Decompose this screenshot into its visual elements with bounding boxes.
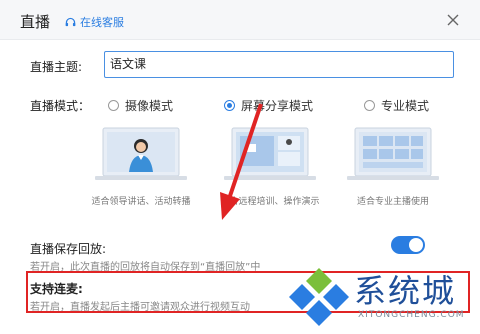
watermark-url: XITONGCHENG.COM (358, 310, 465, 320)
mic-description: 若开启，直播发起后主播可邀请观众进行视频互动 (30, 302, 250, 313)
mode-label: 直播模式： (30, 99, 91, 113)
mode-camera-radio[interactable]: 摄像模式 (108, 97, 173, 114)
save-replay-toggle[interactable] (391, 236, 425, 254)
screen-share-caption: 适合远程培训、操作演示 (220, 197, 320, 207)
camera-mode-illustration[interactable] (93, 126, 189, 184)
mode-screen-share-radio[interactable]: 屏幕分享模式 (224, 97, 313, 114)
screen-share-illustration[interactable] (222, 126, 318, 184)
radio-dot-selected (224, 100, 235, 111)
mode-screen-share-label: 屏幕分享模式 (241, 99, 314, 113)
mode-professional-radio[interactable]: 专业模式 (364, 97, 429, 114)
headset-icon (65, 17, 76, 26)
mic-label: 支持连麦: (30, 282, 83, 296)
mode-camera-label: 摄像模式 (125, 99, 174, 113)
camera-mode-caption: 适合领导讲话、活动转播 (91, 197, 191, 207)
topic-label: 直播主题: (30, 60, 83, 74)
watermark: 系统城 XITONGCHENG.COM (288, 264, 474, 330)
close-icon[interactable] (447, 14, 459, 26)
online-service-link[interactable]: 在线客服 (64, 14, 124, 30)
radio-dot (364, 100, 375, 111)
professional-mode-illustration[interactable] (345, 126, 441, 184)
watermark-text: 系统城 (354, 272, 457, 310)
watermark-logo (289, 268, 349, 326)
online-service-label: 在线客服 (80, 16, 124, 29)
window-title: 直播 (20, 13, 51, 31)
topic-input[interactable]: 语文课 (104, 51, 454, 78)
radio-dot (108, 100, 119, 111)
toggle-knob (409, 238, 423, 252)
save-replay-label: 直播保存回放: (30, 242, 107, 256)
professional-mode-caption: 适合专业主播使用 (356, 197, 429, 207)
title-bar: 直播 在线客服 (0, 0, 480, 40)
mode-professional-label: 专业模式 (381, 99, 430, 113)
